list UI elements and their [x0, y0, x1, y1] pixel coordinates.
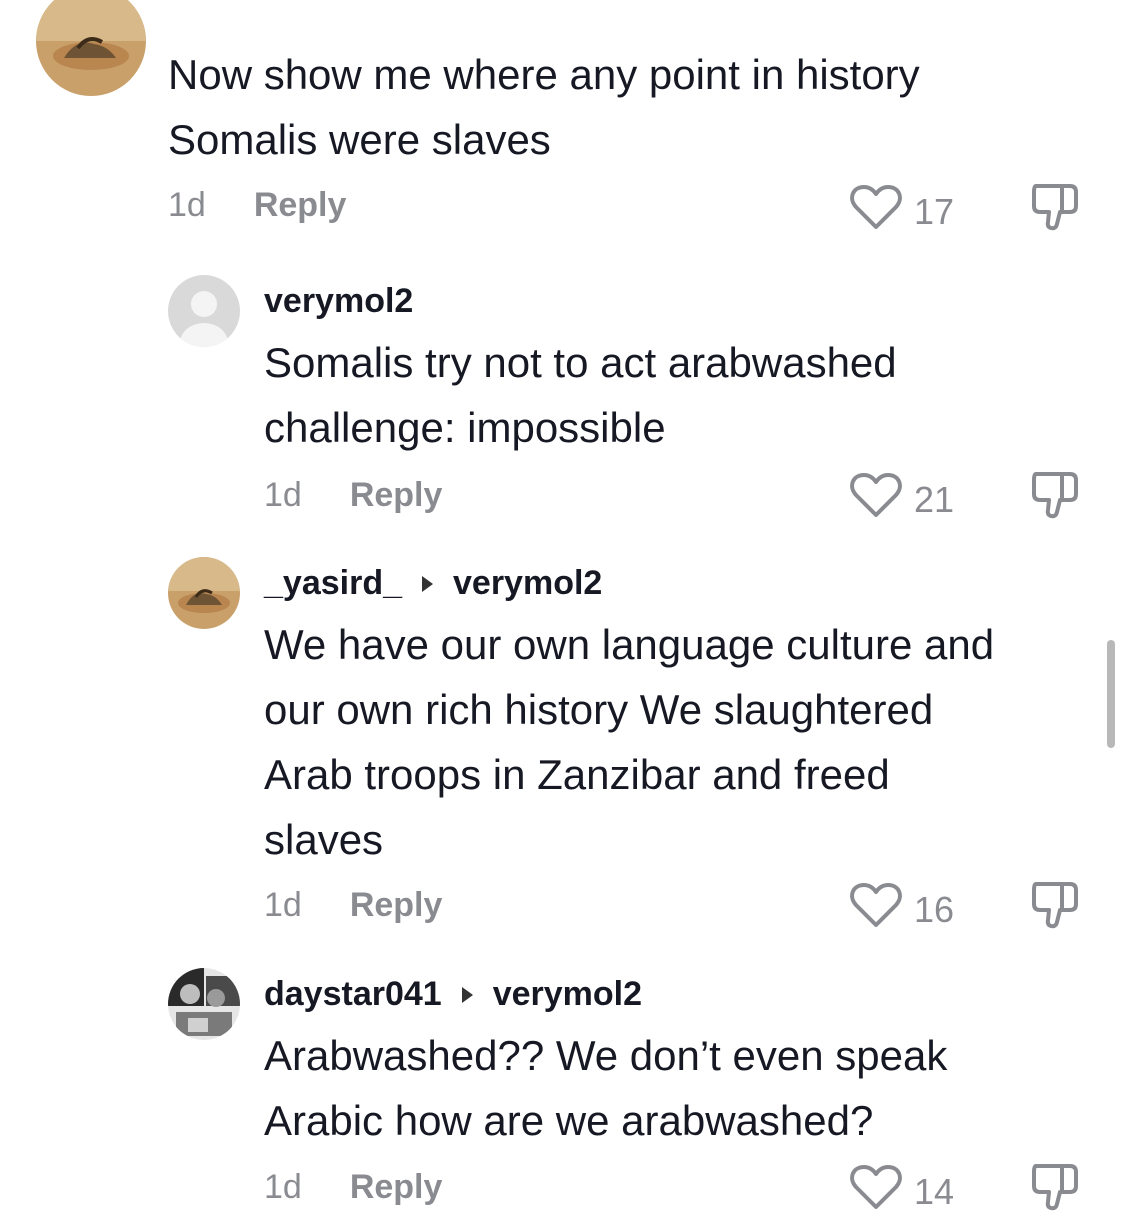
like-count: 14 [914, 1170, 955, 1212]
comment-time: 1d [264, 476, 302, 514]
comment-time: 1d [264, 886, 302, 924]
comment-meta: 1d Reply [264, 1168, 442, 1207]
heart-outline-icon [850, 472, 902, 527]
comment-username[interactable]: verymol2 [264, 282, 413, 321]
comment-username[interactable]: _yasird_ [264, 564, 402, 603]
comment-time: 1d [264, 1168, 302, 1206]
comment-text: Arabwashed?? We don’t even speak Arabic … [264, 1032, 948, 1144]
thumbs-down-icon[interactable] [1030, 182, 1080, 237]
avatar[interactable] [168, 557, 240, 629]
comment-username[interactable]: daystar041 [264, 975, 442, 1014]
heart-outline-icon [850, 1164, 902, 1219]
like-count: 21 [914, 478, 955, 520]
reply-to-username[interactable]: verymol2 [453, 564, 602, 603]
reply-button[interactable]: Reply [254, 186, 347, 225]
thumbs-down-icon[interactable] [1030, 1162, 1080, 1217]
avatar[interactable] [168, 275, 240, 347]
heart-outline-icon [850, 184, 902, 239]
reply-button[interactable]: Reply [350, 476, 443, 515]
comment-text: Now show me where any point in history S… [168, 51, 920, 163]
avatar[interactable] [36, 0, 146, 96]
like-button[interactable]: 16 [850, 882, 954, 937]
reply-to-username[interactable]: verymol2 [493, 975, 642, 1014]
comment-text: Somalis try not to act arabwashed challe… [264, 339, 897, 451]
triangle-right-icon [461, 986, 473, 1003]
heart-outline-icon [850, 882, 902, 937]
avatar[interactable] [168, 968, 240, 1040]
comment-meta: 1d Reply [264, 886, 442, 925]
thumbs-down-icon[interactable] [1030, 470, 1080, 525]
comment-text: We have our own language culture and our… [264, 621, 995, 863]
like-button[interactable]: 14 [850, 1164, 954, 1219]
reply-button[interactable]: Reply [350, 1168, 443, 1207]
like-count: 16 [914, 888, 955, 930]
reply-button[interactable]: Reply [350, 886, 443, 925]
comment-meta: 1d Reply [168, 186, 346, 225]
like-button[interactable]: 21 [850, 472, 954, 527]
scrollbar[interactable] [1107, 640, 1115, 748]
comment-meta: 1d Reply [264, 476, 442, 515]
thumbs-down-icon[interactable] [1030, 880, 1080, 935]
like-count: 17 [914, 190, 955, 232]
triangle-right-icon [422, 575, 433, 592]
like-button[interactable]: 17 [850, 184, 954, 239]
comment-time: 1d [168, 186, 206, 224]
